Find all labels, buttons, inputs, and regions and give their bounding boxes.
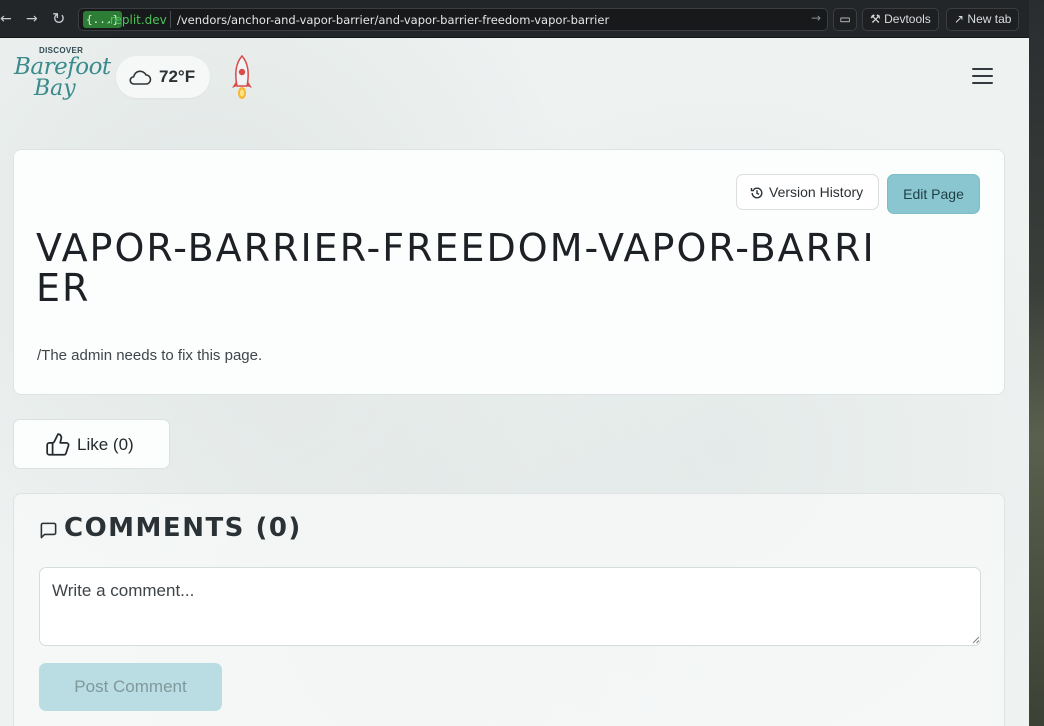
site-logo[interactable]: DISCOVER Barefoot Bay (14, 46, 111, 102)
logo-line-2: Bay (34, 76, 76, 101)
like-label: Like (0) (77, 435, 134, 454)
history-icon (750, 187, 763, 199)
edit-page-button[interactable]: Edit Page (887, 174, 980, 214)
like-button[interactable]: Like (0) (13, 419, 170, 469)
external-link-icon: ↗ (954, 12, 965, 26)
post-comment-button[interactable]: Post Comment (39, 663, 222, 711)
reload-icon[interactable]: ↻ (52, 9, 65, 28)
page-body-text: /The admin needs to fix this page. (37, 347, 263, 364)
comments-title: COMMENTS (0) (64, 513, 302, 543)
message-square-icon (40, 522, 57, 539)
page-title: VAPOR-BARRIER-FREEDOM-VAPOR-BARRIER (36, 226, 876, 310)
comments-section: COMMENTS (0) Post Comment (13, 493, 1005, 726)
version-history-label: Version History (769, 184, 864, 200)
comment-input[interactable] (39, 567, 981, 646)
temperature: 72°F (159, 67, 196, 86)
new-tab-label: New tab (967, 12, 1012, 26)
page: DISCOVER Barefoot Bay 72°F Version Histo… (0, 38, 1029, 726)
cloud-icon (129, 70, 152, 85)
preview-icon[interactable]: ▭ (833, 8, 857, 31)
page-card: Version History Edit Page VAPOR-BARRIER-… (13, 149, 1005, 395)
arrow-right-icon[interactable]: → (26, 11, 38, 27)
resize-handle-icon[interactable] (972, 636, 980, 644)
thumbs-up-icon (46, 433, 70, 456)
devtools-label: Devtools (884, 12, 931, 26)
wrench-icon: ⚒ (870, 12, 881, 26)
hamburger-menu-icon[interactable] (970, 66, 994, 86)
version-history-button[interactable]: Version History (736, 174, 879, 210)
address-bar[interactable]: {...} .replit.dev /vendors/anchor-and-va… (78, 8, 828, 31)
url-domain: .replit.dev (106, 13, 167, 27)
desktop-background-strip (1029, 0, 1044, 726)
browser-toolbar: ← → ↻ {...} .replit.dev /vendors/anchor-… (0, 0, 1030, 38)
url-divider (170, 11, 171, 28)
rocket-icon[interactable] (228, 54, 256, 102)
weather-widget: 72°F (116, 56, 210, 98)
arrow-left-icon[interactable]: ← (0, 11, 12, 27)
new-tab-button[interactable]: ↗ New tab (946, 8, 1020, 31)
devtools-button[interactable]: ⚒ Devtools (862, 8, 939, 31)
open-arrow-icon[interactable]: → (811, 11, 821, 25)
url-path: /vendors/anchor-and-vapor-barrier/and-va… (177, 13, 610, 27)
